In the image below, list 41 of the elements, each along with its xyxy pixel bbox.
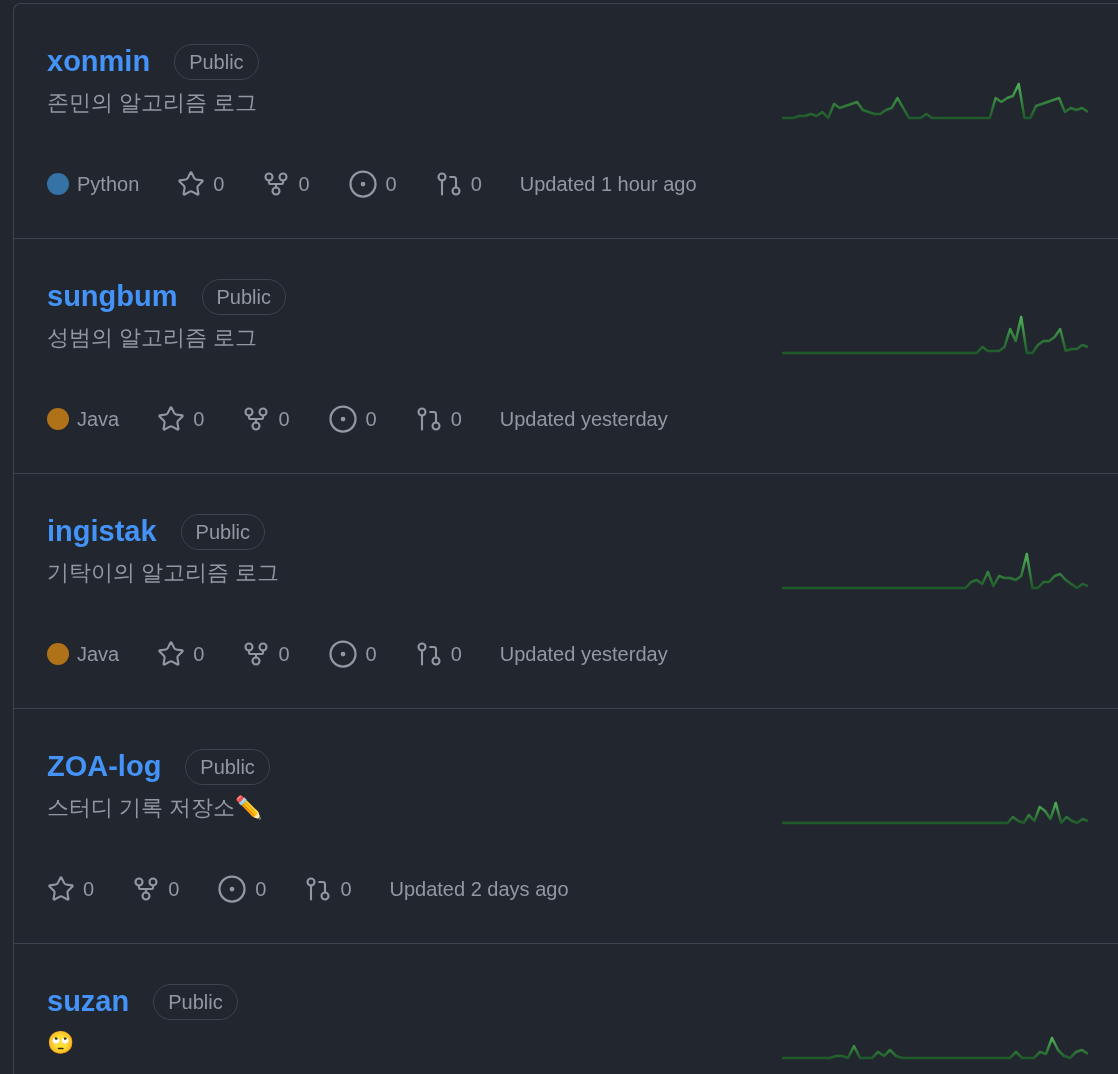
language-label: Java: [77, 407, 120, 432]
fork-count: 0: [298, 172, 310, 197]
star-count: 0: [193, 642, 205, 667]
issue-icon[interactable]: [327, 404, 358, 434]
issue-count: 0: [365, 642, 377, 667]
updated-time: Updated yesterday: [499, 642, 668, 667]
repository-name-link[interactable]: suzan: [47, 980, 130, 1024]
repository-description: 성범의 알고리즘 로그: [47, 324, 259, 352]
star-count: 0: [213, 172, 225, 197]
pull-request-count: 0: [450, 642, 462, 667]
repository-description: 기탁이의 알고리즘 로그: [47, 559, 281, 587]
repository-name-link[interactable]: sungbum: [47, 275, 178, 319]
pull-request-count: 0: [450, 407, 462, 432]
issue-icon[interactable]: [347, 169, 378, 199]
star-icon[interactable]: [47, 875, 75, 903]
language-label: Python: [77, 172, 140, 197]
updated-time: Updated yesterday: [499, 407, 668, 432]
issue-icon[interactable]: [217, 874, 248, 904]
repository-description: 스터디 기록 저장소✏: [47, 794, 264, 822]
repository-name-link[interactable]: ZOA-log: [47, 745, 162, 789]
updated-time: Updated 1 hour ago: [519, 172, 697, 197]
star-count: 0: [83, 877, 95, 902]
issue-icon[interactable]: [327, 639, 358, 669]
issue-count: 0: [385, 172, 397, 197]
language-label: Java: [77, 642, 120, 667]
repository-name-link[interactable]: xonmin: [47, 40, 151, 84]
repository-description: 존민의 알고리즘 로그: [47, 89, 259, 117]
fork-count: 0: [278, 642, 290, 667]
star-count: 0: [193, 407, 205, 432]
fork-count: 0: [168, 877, 180, 902]
fork-count: 0: [278, 407, 290, 432]
pull-request-count: 0: [470, 172, 482, 197]
repository-description: 🙄: [47, 1029, 75, 1057]
pull-request-count: 0: [340, 877, 352, 902]
repository-name-link[interactable]: ingistak: [47, 510, 157, 554]
issue-count: 0: [365, 407, 377, 432]
updated-time: Updated 2 days ago: [389, 877, 569, 902]
star-icon[interactable]: [157, 640, 186, 668]
star-icon[interactable]: [177, 170, 206, 198]
star-icon[interactable]: [157, 405, 186, 433]
issue-count: 0: [255, 877, 267, 902]
